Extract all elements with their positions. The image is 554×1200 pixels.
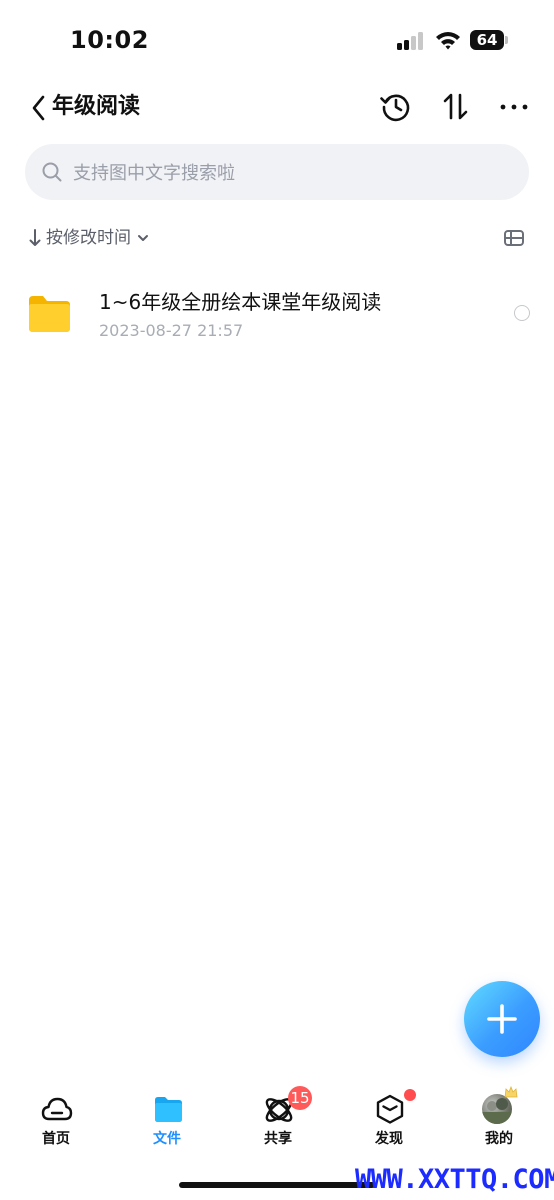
arrow-down-icon: [29, 229, 41, 246]
home-indicator: [179, 1182, 375, 1188]
sort-button[interactable]: 按修改时间: [28, 222, 149, 254]
status-bar: 10:02 64: [0, 0, 554, 80]
sort-row: 按修改时间: [0, 222, 554, 254]
list-item[interactable]: 1~6年级全册绘本课堂年级阅读 2023-08-27 21:57: [0, 272, 554, 356]
page-title: 年级阅读: [52, 94, 141, 119]
folder-icon: [29, 296, 70, 332]
battery-cap: [505, 36, 508, 44]
notification-dot: [404, 1089, 416, 1101]
tab-label: 共享: [264, 1131, 292, 1147]
tab-share[interactable]: 15 共享: [223, 1082, 333, 1162]
search-box[interactable]: [25, 144, 529, 202]
search-input[interactable]: [71, 144, 495, 202]
avatar: [482, 1094, 512, 1124]
tab-home[interactable]: 首页: [1, 1082, 111, 1162]
file-date: 2023-08-27 21:57: [99, 321, 244, 340]
sort-order-icon[interactable]: [439, 90, 473, 124]
file-name: 1~6年级全册绘本课堂年级阅读: [99, 290, 382, 314]
signal-icon: [397, 32, 425, 50]
history-icon[interactable]: [379, 90, 413, 124]
tab-label: 我的: [485, 1131, 513, 1147]
add-button[interactable]: [464, 981, 540, 1057]
tab-discover[interactable]: 发现: [334, 1082, 444, 1162]
sort-label: 按修改时间: [46, 228, 131, 248]
battery-level: 64: [476, 31, 498, 49]
tab-files[interactable]: 文件: [112, 1082, 222, 1162]
cloud-icon: [41, 1097, 73, 1121]
back-button[interactable]: [28, 92, 50, 124]
tab-bar: 首页 文件 15 共享 发现 我的: [0, 1082, 554, 1162]
search-icon: [42, 162, 62, 182]
crown-icon: [504, 1086, 518, 1098]
chevron-down-icon: [138, 235, 148, 241]
tab-me[interactable]: 我的: [444, 1082, 554, 1162]
more-icon[interactable]: [497, 90, 531, 124]
tab-label: 文件: [153, 1131, 181, 1147]
tab-label: 发现: [375, 1131, 403, 1147]
select-checkbox[interactable]: [514, 305, 530, 321]
view-toggle-icon[interactable]: [503, 228, 525, 248]
header: 年级阅读: [0, 80, 554, 136]
cube-icon: [376, 1094, 404, 1124]
tab-label: 首页: [42, 1131, 70, 1147]
watermark: WWW.XXTTQ.COM: [355, 1164, 554, 1195]
notification-badge: 15: [288, 1086, 312, 1110]
folder-icon: [155, 1097, 182, 1122]
status-time: 10:02: [70, 26, 149, 54]
battery-icon: 64: [470, 30, 504, 50]
wifi-icon: [436, 32, 460, 50]
plus-icon: [487, 1004, 517, 1034]
